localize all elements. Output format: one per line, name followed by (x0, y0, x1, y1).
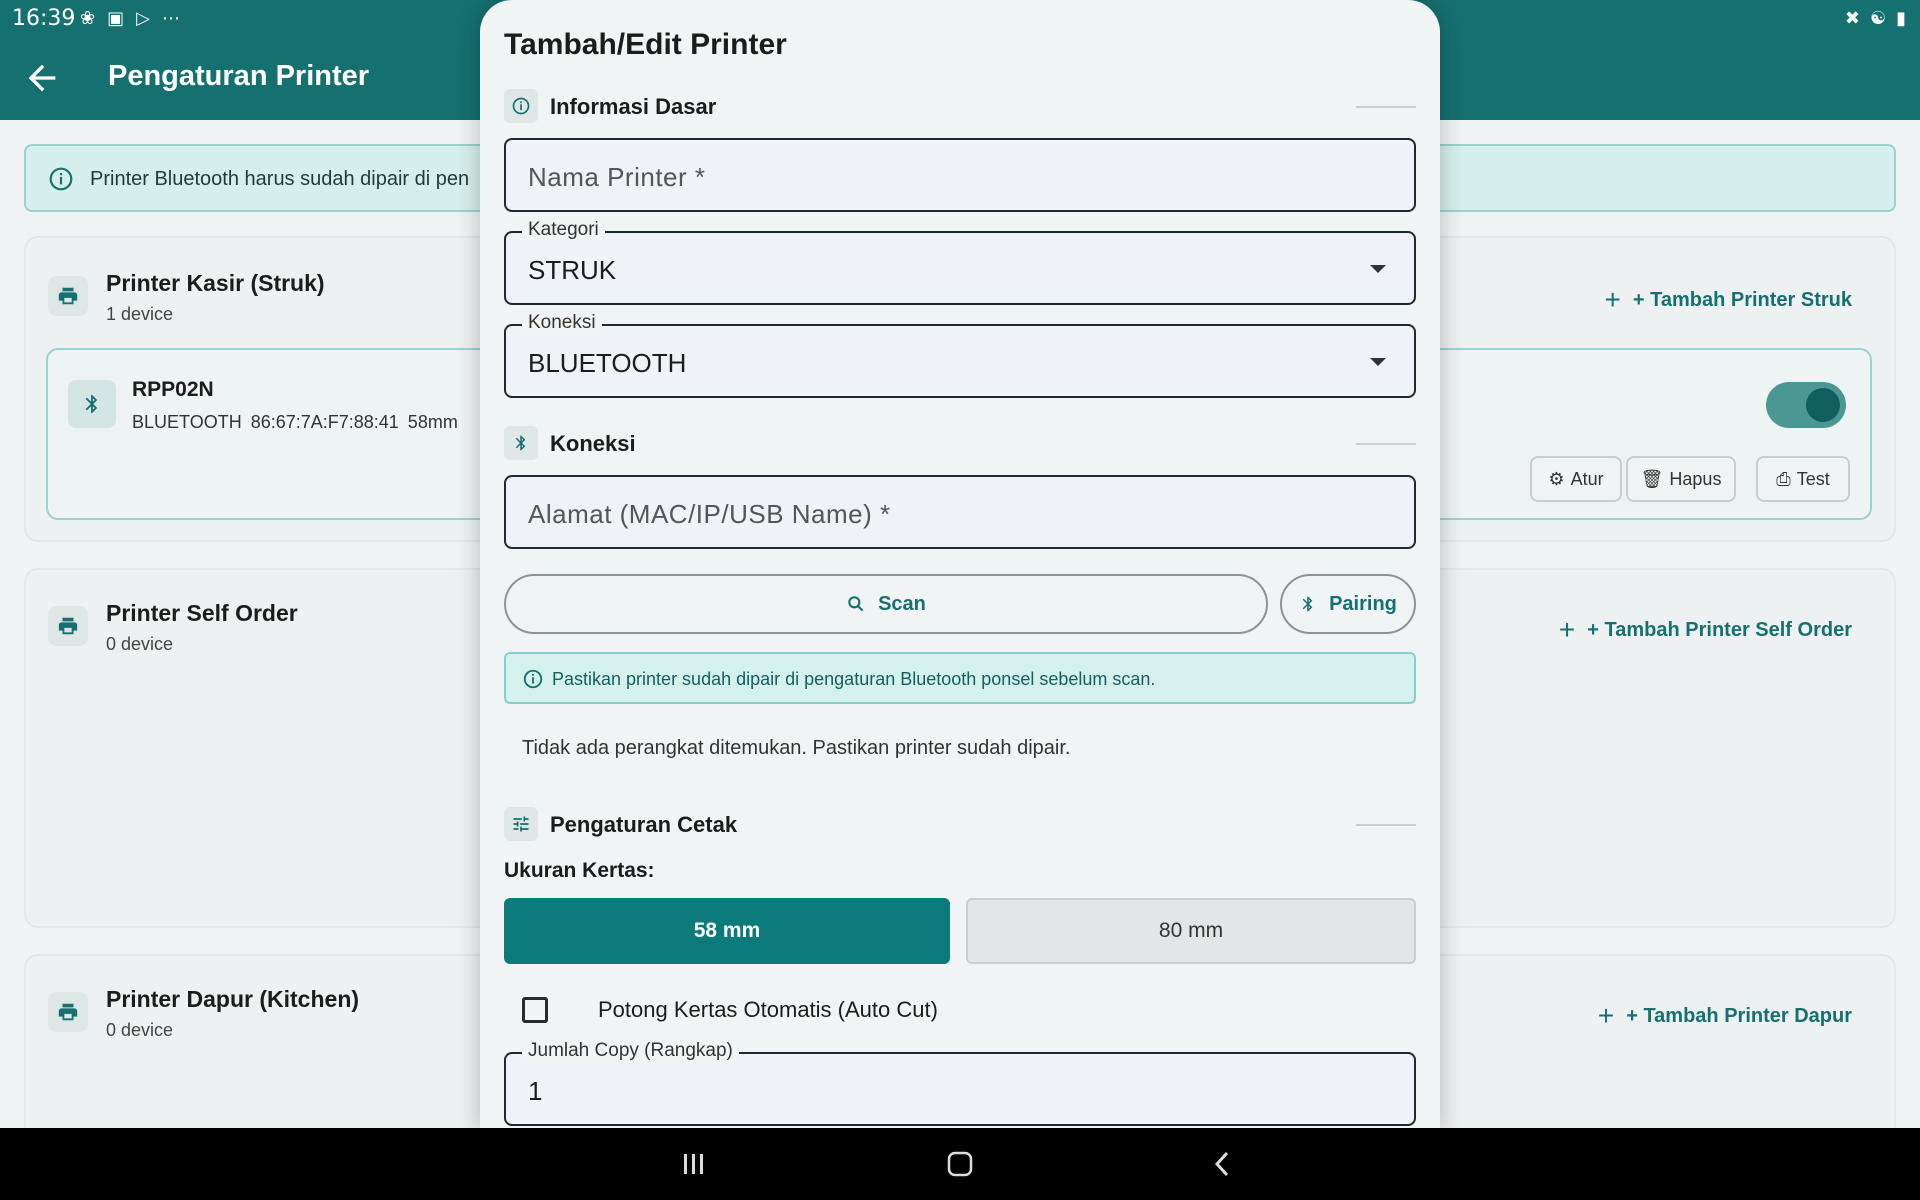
back-button[interactable] (22, 58, 62, 98)
connection-type-select[interactable]: Koneksi BLUETOOTH (504, 312, 1416, 398)
arrow-left-icon (28, 64, 56, 92)
leaf-icon: ❀ (80, 8, 96, 29)
add-printer-label: + Tambah Printer Dapur (1626, 1004, 1852, 1027)
group-print-settings: Pengaturan Cetak (504, 807, 1416, 841)
test-button[interactable]: ⎙ Test (1756, 456, 1850, 502)
auto-cut-checkbox[interactable] (522, 997, 548, 1023)
dropdown-arrow-icon (1370, 265, 1386, 273)
page-title: Pengaturan Printer (108, 60, 370, 92)
address-placeholder: Alamat (MAC/IP/USB Name) * (528, 499, 891, 529)
more-icon: ⋯ (161, 8, 180, 29)
section-count: 1 device (106, 304, 174, 324)
divider (1356, 824, 1416, 826)
printer-name-placeholder: Nama Printer * (528, 162, 706, 192)
info-icon (49, 167, 73, 191)
paper-58mm-option[interactable]: 58 mm (504, 898, 950, 964)
printer-icon (48, 276, 88, 316)
plus-icon: + (1558, 614, 1576, 645)
scan-button[interactable]: Scan (504, 574, 1268, 634)
pairing-button[interactable]: Pairing (1280, 574, 1416, 634)
device-meta: BLUETOOTH 86:67:7A:F7:88:41 58mm (132, 412, 458, 432)
info-icon (523, 669, 543, 689)
auto-cut-row[interactable]: Potong Kertas Otomatis (Auto Cut) (522, 994, 938, 1026)
address-field[interactable]: Alamat (MAC/IP/USB Name) * (504, 475, 1416, 549)
nav-back-button[interactable] (1202, 1146, 1242, 1182)
banner-text: Printer Bluetooth harus sudah dipair di … (90, 168, 470, 190)
configure-button[interactable]: ⚙ Atur (1530, 456, 1622, 502)
bluetooth-icon (68, 380, 116, 428)
copies-field[interactable]: Jumlah Copy (Rangkap) 1 (504, 1040, 1416, 1126)
printer-name-field[interactable]: Nama Printer * (504, 138, 1416, 212)
section-title: Printer Self Order (106, 600, 298, 626)
pairing-hint: Pastikan printer sudah dipair di pengatu… (504, 652, 1416, 704)
plus-icon: + (1604, 284, 1621, 315)
delete-button[interactable]: 🗑 Hapus (1626, 456, 1736, 502)
section-title: Printer Dapur (Kitchen) (106, 986, 360, 1012)
chevron-left-icon (1214, 1151, 1229, 1177)
scan-label: Scan (878, 592, 926, 615)
add-printer-struk-button[interactable]: + + Tambah Printer Struk (1605, 284, 1853, 316)
sliders-icon (504, 807, 538, 841)
copies-label: Jumlah Copy (Rangkap) (522, 1040, 739, 1062)
search-icon (848, 596, 864, 612)
home-icon (947, 1151, 973, 1177)
no-devices-text: Tidak ada perangkat ditemukan. Pastikan … (522, 737, 1071, 759)
play-store-icon: ▷ (136, 8, 150, 29)
notification-icons: ❀ ▣ ▷ ⋯ (80, 8, 180, 29)
paper-size-label: Ukuran Kertas: (504, 859, 655, 882)
category-label: Kategori (522, 219, 605, 241)
add-printer-self-order-button[interactable]: + + Tambah Printer Self Order (1559, 614, 1852, 646)
home-button[interactable] (940, 1146, 980, 1182)
bluetooth-search-icon (1302, 596, 1313, 612)
connection-type-label: Koneksi (522, 312, 602, 334)
device-enabled-toggle[interactable] (1766, 382, 1846, 428)
add-edit-printer-dialog: Tambah/Edit Printer Informasi Dasar Nama… (480, 0, 1440, 1128)
configure-label: Atur (1570, 468, 1604, 489)
dialog-title: Tambah/Edit Printer (504, 28, 787, 61)
system-nav-bar (0, 1128, 1920, 1200)
mute-icon: ✖ (1844, 8, 1860, 29)
info-icon (504, 89, 538, 123)
group-label: Pengaturan Cetak (550, 812, 738, 837)
category-select[interactable]: Kategori STRUK (504, 219, 1416, 305)
device-name: RPP02N (132, 378, 214, 401)
add-printer-dapur-button[interactable]: + + Tambah Printer Dapur (1598, 1000, 1852, 1032)
section-title: Printer Kasir (Struk) (106, 270, 325, 296)
gear-icon: ⚙ (1548, 468, 1565, 489)
connection-type-value: BLUETOOTH (528, 348, 687, 378)
printer-icon (48, 606, 88, 646)
copies-value: 1 (528, 1076, 543, 1106)
hint-text: Pastikan printer sudah dipair di pengatu… (552, 669, 1156, 689)
system-icons: ✖ ☯ ▮ (1845, 8, 1906, 29)
battery-icon: ▮ (1896, 8, 1906, 29)
test-label: Test (1796, 468, 1830, 489)
printer-icon (48, 992, 88, 1032)
group-basic-info: Informasi Dasar (504, 89, 1416, 123)
category-value: STRUK (528, 255, 617, 285)
recents-button[interactable] (674, 1146, 714, 1182)
dropdown-arrow-icon (1370, 358, 1386, 366)
plus-icon: + (1597, 1000, 1615, 1031)
delete-label: Hapus (1669, 468, 1722, 489)
wifi-icon: ☯ (1869, 8, 1887, 29)
status-time: 16:39 (12, 6, 76, 31)
auto-cut-label: Potong Kertas Otomatis (Auto Cut) (598, 997, 938, 1022)
toggle-knob (1806, 388, 1840, 422)
group-connection: Koneksi (504, 426, 1416, 460)
pairing-label: Pairing (1329, 592, 1397, 615)
recents-icon (684, 1154, 703, 1174)
section-count: 0 device (106, 1020, 174, 1040)
group-label: Informasi Dasar (550, 94, 717, 119)
group-label: Koneksi (550, 431, 636, 456)
bluetooth-icon (504, 426, 538, 460)
paper-80mm-option[interactable]: 80 mm (966, 898, 1416, 964)
section-count: 0 device (106, 634, 174, 654)
divider (1356, 106, 1416, 108)
gallery-icon: ▣ (107, 8, 125, 29)
divider (1356, 443, 1416, 445)
printer-small-icon: ⎙ (1776, 468, 1791, 489)
add-printer-label: + Tambah Printer Struk (1632, 288, 1852, 311)
trash-icon: 🗑 (1640, 468, 1664, 489)
add-printer-label: + Tambah Printer Self Order (1587, 618, 1852, 641)
